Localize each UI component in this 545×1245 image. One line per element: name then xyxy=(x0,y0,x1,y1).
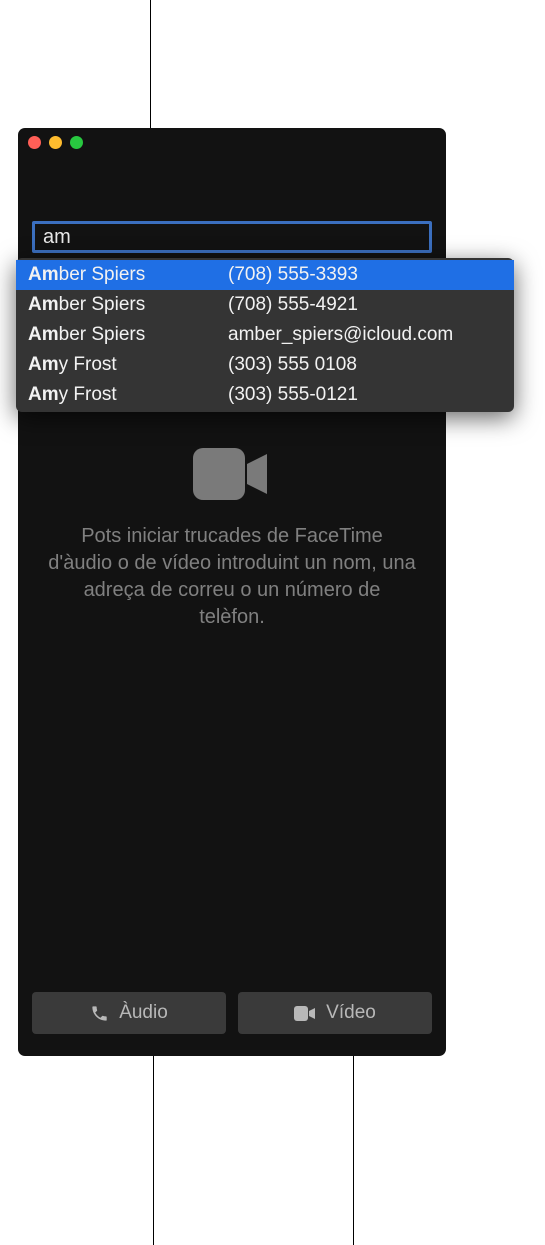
suggestion-row[interactable]: Amber Spiers(708) 555-3393 xyxy=(16,260,514,290)
phone-icon xyxy=(90,1004,109,1023)
search-input[interactable] xyxy=(32,221,432,253)
video-icon xyxy=(294,1006,316,1021)
suggestion-contact: (708) 555-4921 xyxy=(228,294,502,316)
suggestion-name: Amber Spiers xyxy=(28,264,228,286)
minimize-button[interactable] xyxy=(49,136,62,149)
suggestions-dropdown: Amber Spiers(708) 555-3393Amber Spiers(7… xyxy=(16,258,514,412)
suggestion-row[interactable]: Amber Spiers(708) 555-4921 xyxy=(16,290,514,320)
zoom-button[interactable] xyxy=(70,136,83,149)
audio-button[interactable]: Àudio xyxy=(32,992,226,1034)
callout-pointer-video xyxy=(353,1055,354,1245)
facetime-window: Amber Spiers(708) 555-3393Amber Spiers(7… xyxy=(18,128,446,1056)
suggestion-name: Amy Frost xyxy=(28,354,228,376)
suggestion-row[interactable]: Amber Spiersamber_spiers@icloud.com xyxy=(16,320,514,350)
window-title-bar xyxy=(18,128,446,156)
suggestion-name: Amber Spiers xyxy=(28,294,228,316)
suggestion-contact: amber_spiers@icloud.com xyxy=(228,324,502,346)
suggestion-name: Amber Spiers xyxy=(28,324,228,346)
suggestion-name: Amy Frost xyxy=(28,384,228,406)
suggestion-contact: (303) 555-0121 xyxy=(228,384,502,406)
callout-pointer-audio xyxy=(153,1055,154,1245)
suggestion-row[interactable]: Amy Frost(303) 555-0121 xyxy=(16,380,514,410)
close-button[interactable] xyxy=(28,136,41,149)
instructions-text: Pots iniciar trucades de FaceTime d'àudi… xyxy=(48,523,416,631)
empty-state: Pots iniciar trucades de FaceTime d'àudi… xyxy=(18,448,446,631)
video-camera-icon xyxy=(193,448,271,505)
suggestion-contact: (303) 555 0108 xyxy=(228,354,502,376)
suggestion-contact: (708) 555-3393 xyxy=(228,264,502,286)
suggestion-row[interactable]: Amy Frost(303) 555 0108 xyxy=(16,350,514,380)
video-button-label: Vídeo xyxy=(326,1002,376,1024)
audio-button-label: Àudio xyxy=(119,1002,168,1024)
video-button[interactable]: Vídeo xyxy=(238,992,432,1034)
